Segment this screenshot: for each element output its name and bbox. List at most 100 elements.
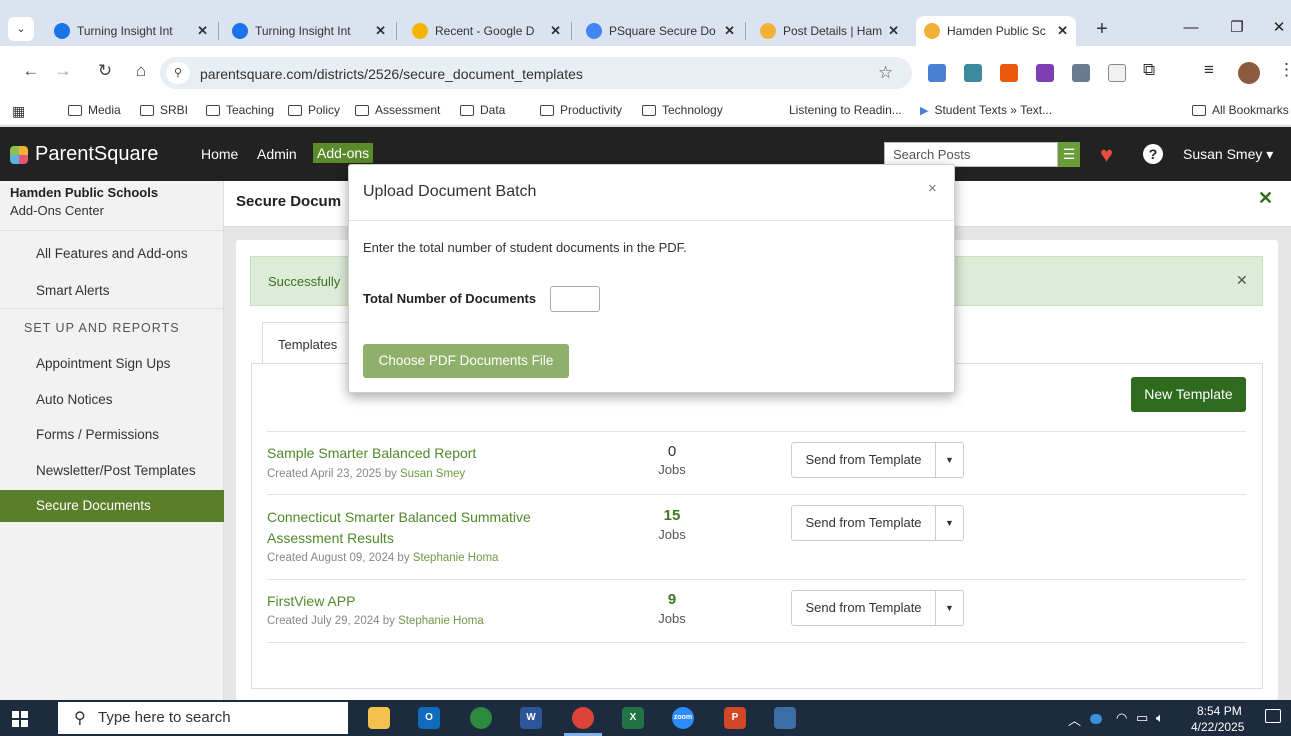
calculator-icon[interactable] [774,707,796,729]
excel-icon[interactable]: X [622,707,644,729]
extension-icon[interactable] [964,64,982,82]
heart-icon[interactable]: ♥ [1100,142,1113,168]
extension-icon[interactable] [1072,64,1090,82]
tab-close-icon[interactable]: ✕ [550,23,561,39]
windows-start-icon[interactable] [12,711,28,727]
parentsquare-logo[interactable]: ParentSquare [10,143,158,166]
template-name-link[interactable]: Sample Smarter Balanced Report [267,443,476,463]
modal-close-icon[interactable]: × [928,180,937,197]
restore-icon[interactable]: ❐ [1222,14,1252,42]
window-close-icon[interactable]: ✕ [1264,14,1291,42]
bookmark-link[interactable]: ▶ Student Texts » Text... [920,103,1052,117]
wifi-icon[interactable]: ◠ [1116,710,1127,726]
send-from-template-button[interactable]: Send from Template ▼ [791,505,964,541]
extension-icon[interactable] [1036,64,1054,82]
zoom-icon[interactable]: zoom [672,707,694,729]
tray-chevron-icon[interactable]: ︿ [1068,710,1081,729]
tab-close-icon[interactable]: ✕ [888,23,899,39]
send-from-template-button[interactable]: Send from Template ▼ [791,590,964,626]
browser-tab[interactable]: Turning Insight Int ✕ [224,16,394,46]
template-author-link[interactable]: Susan Smey [400,468,465,480]
template-name-link[interactable]: FirstView APP [267,591,355,611]
chevron-down-icon[interactable]: ▼ [936,518,963,528]
send-from-template-button[interactable]: Send from Template ▼ [791,442,964,478]
powerpoint-icon[interactable]: P [724,707,746,729]
new-tab-button[interactable]: + [1090,16,1114,44]
reload-icon[interactable]: ↻ [92,57,118,85]
template-name-link[interactable]: Connecticut Smarter Balanced Summative [267,507,531,527]
extension-icon[interactable] [1000,64,1018,82]
notification-icon[interactable] [1265,709,1281,723]
url-text[interactable]: parentsquare.com/districts/2526/secure_d… [200,66,583,82]
extension-icon[interactable] [1108,64,1126,82]
bookmark-folder[interactable]: Media [68,103,121,117]
tab-close-icon[interactable]: ✕ [1057,23,1068,39]
choose-pdf-button[interactable]: Choose PDF Documents File [363,344,569,378]
sidebar-item-auto-notices[interactable]: Auto Notices [0,392,224,407]
clock-time[interactable]: 8:54 PM [1197,704,1242,718]
sidebar-item-secure-documents[interactable]: Secure Documents [0,490,224,522]
chevron-down-icon[interactable]: ▼ [936,603,963,613]
browser-tab[interactable]: Turning Insight Int ✕ [46,16,216,46]
sidebar-item-all-features[interactable]: All Features and Add-ons [0,246,224,261]
browser-tab[interactable]: PSquare Secure Do ✕ [578,16,743,46]
send-from-template-label[interactable]: Send from Template [792,591,936,625]
extension-icon[interactable] [928,64,946,82]
bookmark-folder[interactable]: Policy [288,103,340,117]
bookmark-folder[interactable]: Technology [642,103,723,117]
taskbar-search-input[interactable]: Type here to search [58,702,348,734]
new-template-button[interactable]: New Template [1131,377,1246,412]
browser-tab[interactable]: Post Details | Ham ✕ [752,16,907,46]
bookmark-folder[interactable]: Productivity [540,103,622,117]
all-bookmarks-folder[interactable]: All Bookmarks [1192,103,1289,117]
sidebar-item-forms-permissions[interactable]: Forms / Permissions [0,427,224,442]
sidebar-item-appointment-sign-ups[interactable]: Appointment Sign Ups [0,356,224,371]
send-from-template-label[interactable]: Send from Template [792,443,936,477]
word-icon[interactable]: W [520,707,542,729]
profile-avatar[interactable] [1238,62,1260,84]
back-icon[interactable]: ← [18,57,44,85]
search-options-icon[interactable]: ☰ [1058,142,1080,167]
tab-close-icon[interactable]: ✕ [724,23,735,39]
bookmark-folder[interactable]: Teaching [206,103,274,117]
browser-tab[interactable]: Hamden Public Sc ✕ [916,16,1076,46]
volume-icon[interactable]: 🔈︎ [1156,710,1164,726]
flash-close-icon[interactable]: ✕ [1236,272,1248,289]
chat-icon[interactable] [470,707,492,729]
nav-admin[interactable]: Admin [257,146,297,162]
tab-templates[interactable]: Templates [262,322,352,364]
clock-date[interactable]: 4/22/2025 [1191,720,1244,734]
template-name-link-line2[interactable]: Assessment Results [267,528,394,548]
user-menu[interactable]: Susan Smey ▾ [1183,146,1273,163]
bookmark-folder[interactable]: Assessment [355,103,440,117]
send-from-template-label[interactable]: Send from Template [792,506,936,540]
onedrive-icon[interactable] [1090,714,1102,724]
menu-kebab-icon[interactable]: ⋮ [1278,60,1291,80]
total-documents-input[interactable] [550,286,600,312]
sidebar-item-newsletter-templates[interactable]: Newsletter/Post Templates [0,463,224,478]
file-explorer-icon[interactable] [368,707,390,729]
nav-add-ons[interactable]: Add-ons [313,143,374,163]
chevron-down-icon[interactable]: ▼ [936,455,963,465]
close-icon[interactable]: ✕ [1258,188,1273,209]
sidebar-item-smart-alerts[interactable]: Smart Alerts [0,283,224,298]
tab-close-icon[interactable]: ✕ [375,23,386,39]
browser-tab[interactable]: Recent - Google D ✕ [404,16,569,46]
bookmark-star-icon[interactable]: ☆ [878,63,893,83]
tab-close-icon[interactable]: ✕ [197,23,208,39]
bookmark-folder[interactable]: Data [460,103,505,117]
template-author-link[interactable]: Stephanie Homa [398,615,484,627]
minimize-icon[interactable]: — [1176,14,1206,42]
battery-icon[interactable]: ▭ [1136,710,1148,726]
help-icon[interactable]: ? [1143,144,1163,164]
bookmark-link[interactable]: Listening to Readin... [789,103,902,117]
outlook-icon[interactable]: O [418,707,440,729]
site-info-icon[interactable]: ⚲ [166,62,190,84]
reading-list-icon[interactable]: ≡ [1204,60,1214,80]
template-author-link[interactable]: Stephanie Homa [413,552,499,564]
extensions-puzzle-icon[interactable]: ⧉ [1143,60,1155,80]
tab-search-button[interactable]: ⌄ [8,17,34,41]
apps-grid-icon[interactable]: ▦ [12,103,25,120]
bookmark-folder[interactable]: SRBI [140,103,188,117]
nav-home[interactable]: Home [201,146,238,162]
